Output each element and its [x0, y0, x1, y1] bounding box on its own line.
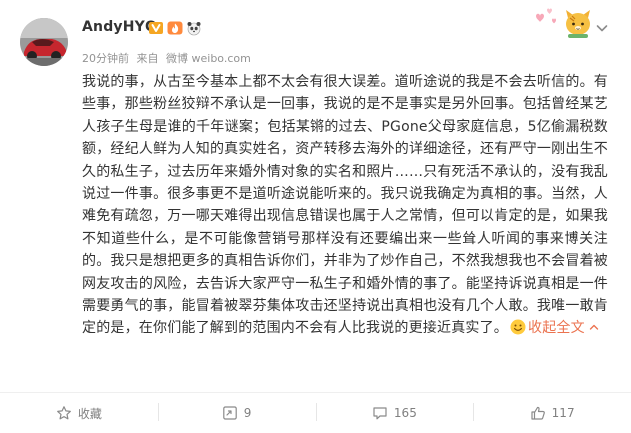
thumbs-up-icon [531, 406, 545, 420]
favorite-label: 收藏 [77, 406, 102, 421]
weibo-post-card: AndyHYQ 20分钟前 来自 微博 weibo.com 我说的事，从古至今基… [0, 0, 631, 433]
post-actions-bar: 收藏 9 165 117 [0, 392, 631, 433]
like-button[interactable]: 117 [473, 393, 631, 433]
comment-count: 165 [393, 406, 417, 420]
source-prefix: 来自 [136, 52, 159, 65]
like-count: 117 [551, 406, 575, 420]
post-body: 我说的事，从古至今基本上都不太会有很大误差。道听途说的我是不会去听信的。有些事，… [82, 74, 608, 337]
collapse-label: 收起全文 [528, 320, 585, 337]
panda-emoji-icon [187, 22, 201, 36]
chevron-up-icon [589, 325, 599, 331]
favorite-button[interactable]: 收藏 [0, 393, 158, 433]
smile-emoji-icon [510, 319, 526, 335]
verified-v-icon[interactable] [148, 20, 164, 36]
avatar-car-image [20, 18, 68, 66]
repost-icon [222, 406, 237, 420]
username[interactable]: AndyHYQ [82, 19, 157, 35]
flame-badge-icon[interactable] [167, 20, 183, 36]
repost-count: 9 [243, 406, 252, 420]
avatar[interactable] [20, 18, 68, 66]
post-time[interactable]: 20分钟前 [82, 52, 129, 65]
post-menu-chevron-icon[interactable] [594, 20, 610, 36]
star-icon [56, 406, 71, 420]
collapse-full-text-link[interactable]: 收起全文 [528, 320, 599, 336]
post-meta: 20分钟前 来自 微博 weibo.com [82, 50, 255, 66]
repost-button[interactable]: 9 [157, 393, 316, 433]
user-badges [148, 19, 202, 37]
post-text: 我说的事，从古至今基本上都不太会有很大误差。道听途说的我是不会去听信的。有些事，… [82, 71, 608, 340]
comment-button[interactable]: 165 [315, 393, 474, 433]
post-source[interactable]: 微博 weibo.com [166, 52, 251, 65]
comment-icon [373, 407, 387, 420]
